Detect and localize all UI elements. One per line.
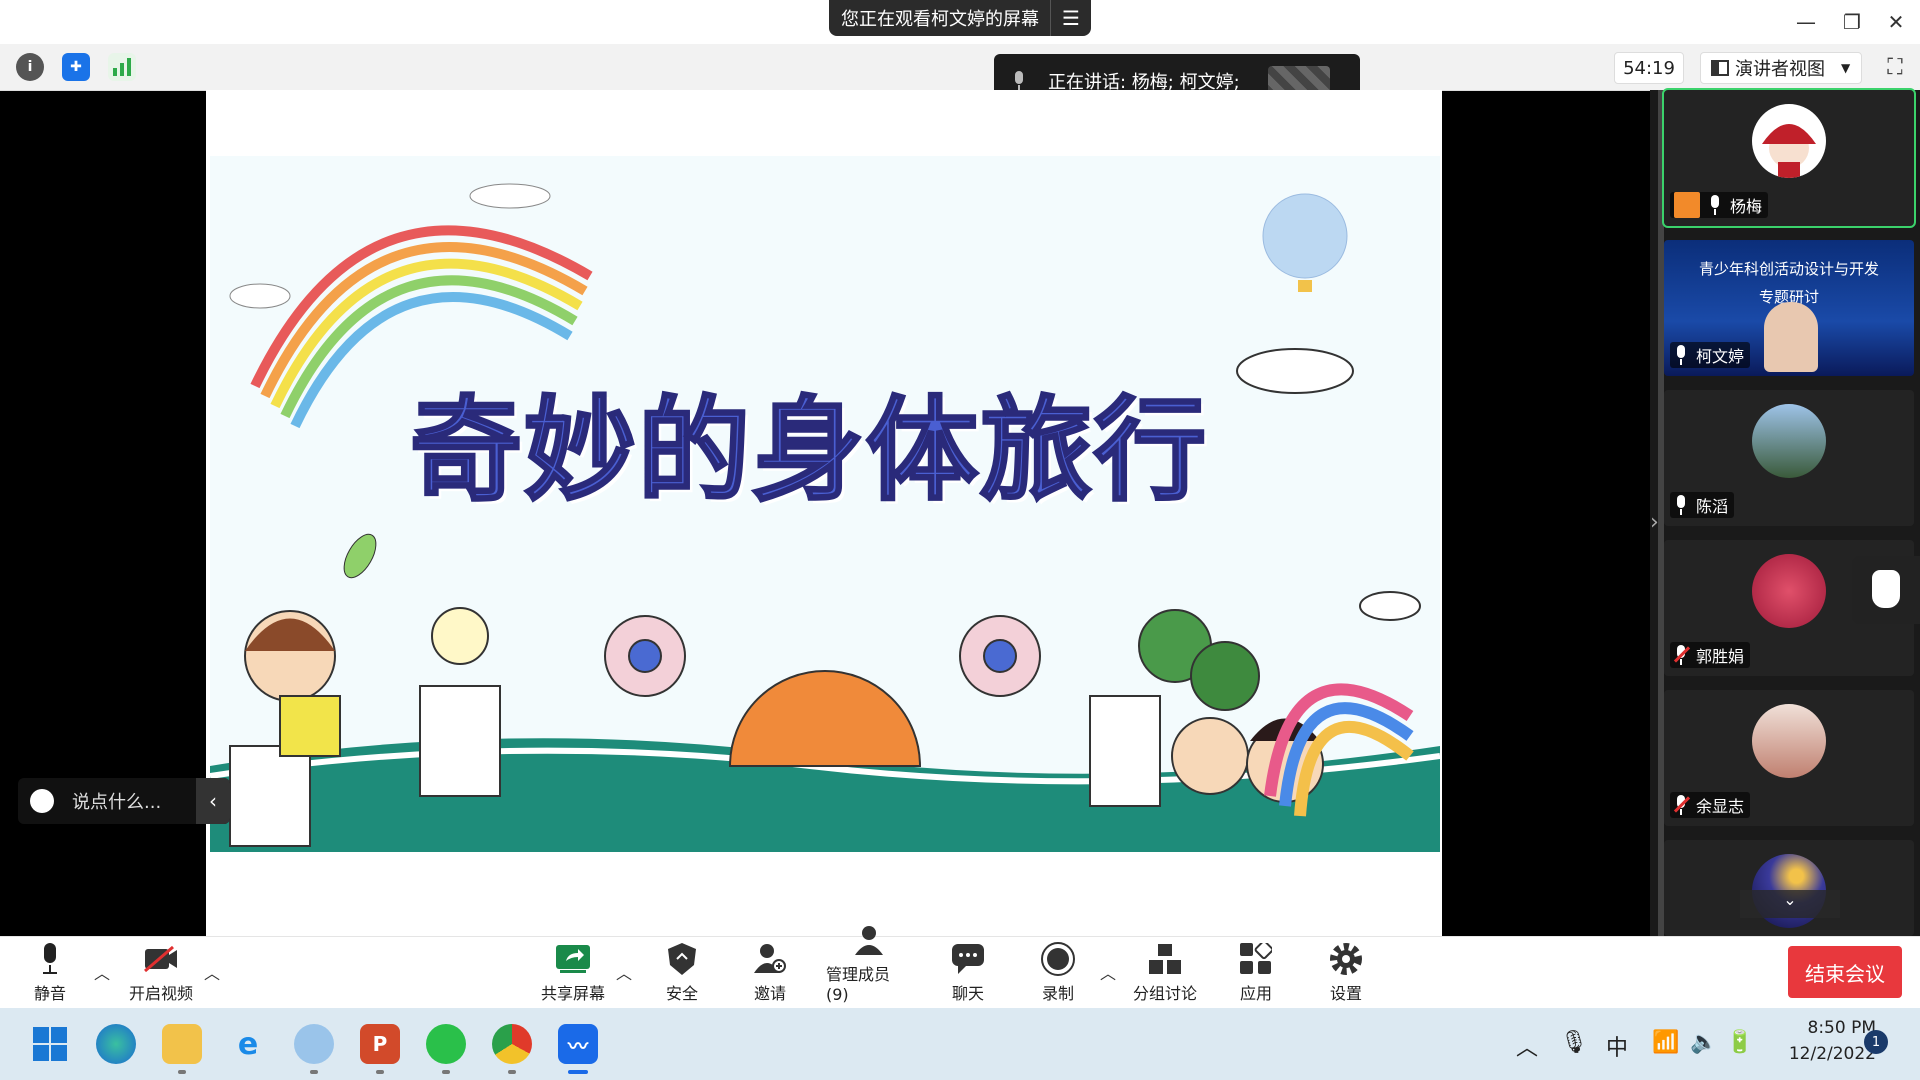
battery-icon[interactable]: 🔋 [1726, 1030, 1753, 1055]
record-button[interactable]: 录制 [1038, 942, 1078, 1004]
file-explorer-icon[interactable] [162, 1024, 202, 1064]
participant-gallery: › 杨梅 青少年科创活动设计与开发 专题研讨 柯文婷 陈滔 郭胜娟 余显志 ⌄ [1650, 88, 1920, 936]
windows-taskbar [0, 1008, 1920, 1080]
microphone-tray-icon[interactable]: 🎙 [1560, 1030, 1588, 1055]
ime-indicator[interactable]: 中 [1606, 1030, 1628, 1062]
security-button[interactable]: 安全 [660, 942, 704, 1004]
hand-icon [1872, 570, 1900, 608]
view-mode-label: 演讲者视图 [1735, 59, 1825, 80]
view-mode-button[interactable]: 演讲者视图 ▼ [1700, 52, 1862, 84]
windows-start-icon[interactable] [30, 1024, 70, 1064]
members-icon [851, 925, 887, 957]
shield-icon[interactable]: ✚ [62, 53, 90, 81]
chevron-down-icon: ▼ [1841, 61, 1851, 75]
apps-icon [1238, 942, 1274, 976]
running-indicator [178, 1070, 186, 1074]
layout-icon [1711, 60, 1729, 76]
volume-icon[interactable]: 🔈 [1690, 1030, 1717, 1055]
participant-tile[interactable]: 杨梅 [1662, 88, 1916, 228]
running-indicator [442, 1070, 450, 1074]
running-indicator [310, 1070, 318, 1074]
menu-icon[interactable]: ☰ [1050, 0, 1091, 36]
chat-placeholder: 说点什么... [72, 792, 162, 813]
shield-icon [664, 942, 700, 976]
meeting-timer: 54:19 [1614, 52, 1684, 84]
participant-name: 余显志 [1670, 792, 1751, 818]
chevron-up-icon[interactable]: ︿ [204, 960, 220, 984]
notification-badge[interactable]: 1 [1864, 1030, 1888, 1054]
microphone-muted-icon [1673, 645, 1691, 665]
microphone-icon [1012, 71, 1026, 91]
gear-icon [1328, 942, 1364, 976]
participant-name: 杨梅 [1670, 192, 1769, 218]
people-app-icon[interactable] [294, 1024, 334, 1064]
video-off-icon [143, 942, 179, 976]
record-icon [1040, 942, 1076, 976]
breakout-rooms-button[interactable]: 分组讨论 [1132, 942, 1198, 1004]
internet-explorer-icon[interactable]: e [228, 1024, 268, 1064]
participant-name: 柯文婷 [1670, 342, 1751, 368]
running-indicator [508, 1070, 516, 1074]
microphone-icon [1708, 195, 1722, 215]
participant-name: 郭胜娟 [1670, 642, 1751, 668]
mute-button[interactable]: 静音 [26, 942, 74, 1004]
video-banner-line1: 青少年科创活动设计与开发 [1698, 260, 1879, 278]
chevron-up-icon[interactable]: ︿ [1100, 960, 1116, 984]
running-indicator [376, 1070, 384, 1074]
info-icon[interactable]: i [16, 53, 44, 81]
participant-tile[interactable]: 青少年科创活动设计与开发 专题研讨 柯文婷 [1664, 240, 1914, 376]
avatar [1752, 104, 1826, 178]
participant-tile[interactable]: 余显志 [1664, 690, 1914, 826]
participant-video [1764, 302, 1818, 372]
apps-button[interactable]: 应用 [1236, 942, 1276, 1004]
end-meeting-button[interactable]: 结束会议 [1788, 946, 1902, 998]
participant-tile[interactable]: 陈滔 [1664, 390, 1914, 526]
clock-time[interactable]: 8:50 PM [1776, 1018, 1877, 1038]
breakout-icon [1147, 942, 1183, 976]
share-screen-button[interactable]: 共享屏幕 [538, 942, 608, 1004]
meeting-app-icon[interactable]: 〰 [558, 1024, 598, 1064]
host-icon [1674, 192, 1700, 218]
slide-title: 奇妙的身体旅行 [409, 384, 1208, 518]
signal-icon[interactable] [108, 53, 136, 81]
microphone-muted-icon [1673, 795, 1691, 815]
chat-icon [950, 942, 986, 976]
add-user-icon [752, 942, 788, 976]
fullscreen-icon[interactable]: ⛶ [1880, 52, 1910, 82]
avatar [1752, 404, 1826, 478]
invite-button[interactable]: 邀请 [748, 942, 792, 1004]
participant-tile[interactable]: ⌄ [1664, 840, 1914, 936]
avatar [1752, 554, 1826, 628]
chevron-up-icon[interactable]: ︿ [616, 960, 632, 984]
restore-button[interactable]: ❐ [1832, 6, 1872, 38]
microphone-icon [32, 942, 68, 976]
chevron-down-icon[interactable]: ⌄ [1740, 890, 1840, 918]
chevron-up-icon[interactable]: ︿ [94, 960, 110, 984]
participant-name: 陈滔 [1670, 492, 1735, 518]
start-video-button[interactable]: 开启视频 [126, 942, 196, 1004]
chrome-icon[interactable] [492, 1024, 532, 1064]
edge-icon[interactable] [96, 1024, 136, 1064]
microphone-icon [1674, 345, 1688, 365]
close-button[interactable]: ✕ [1876, 6, 1916, 38]
manage-members-button[interactable]: 管理成员(9) [826, 926, 912, 1004]
emoji-icon[interactable] [30, 789, 54, 813]
raise-hand-button[interactable] [1852, 556, 1920, 624]
avatar [1752, 704, 1826, 778]
clock-date[interactable]: 12/2/2022 [1766, 1044, 1876, 1064]
settings-button[interactable]: 设置 [1326, 942, 1366, 1004]
minimize-button[interactable]: — [1786, 6, 1826, 38]
chat-button[interactable]: 聊天 [948, 942, 988, 1004]
powerpoint-icon[interactable]: P [360, 1024, 400, 1064]
chevron-left-icon[interactable]: ‹ [196, 778, 230, 824]
share-notice-text: 您正在观看柯文婷的屏幕 [841, 9, 1039, 30]
wechat-icon[interactable] [426, 1024, 466, 1064]
chevron-up-icon[interactable]: ︿ [1516, 1030, 1538, 1062]
chevron-left-icon[interactable]: › [1650, 510, 1659, 550]
screen-share-notice[interactable]: 您正在观看柯文婷的屏幕 ☰ [829, 0, 1091, 36]
active-indicator [568, 1070, 588, 1074]
share-screen-icon [555, 942, 591, 976]
microphone-icon [1674, 495, 1688, 515]
wifi-icon[interactable]: 📶 [1652, 1030, 1679, 1055]
